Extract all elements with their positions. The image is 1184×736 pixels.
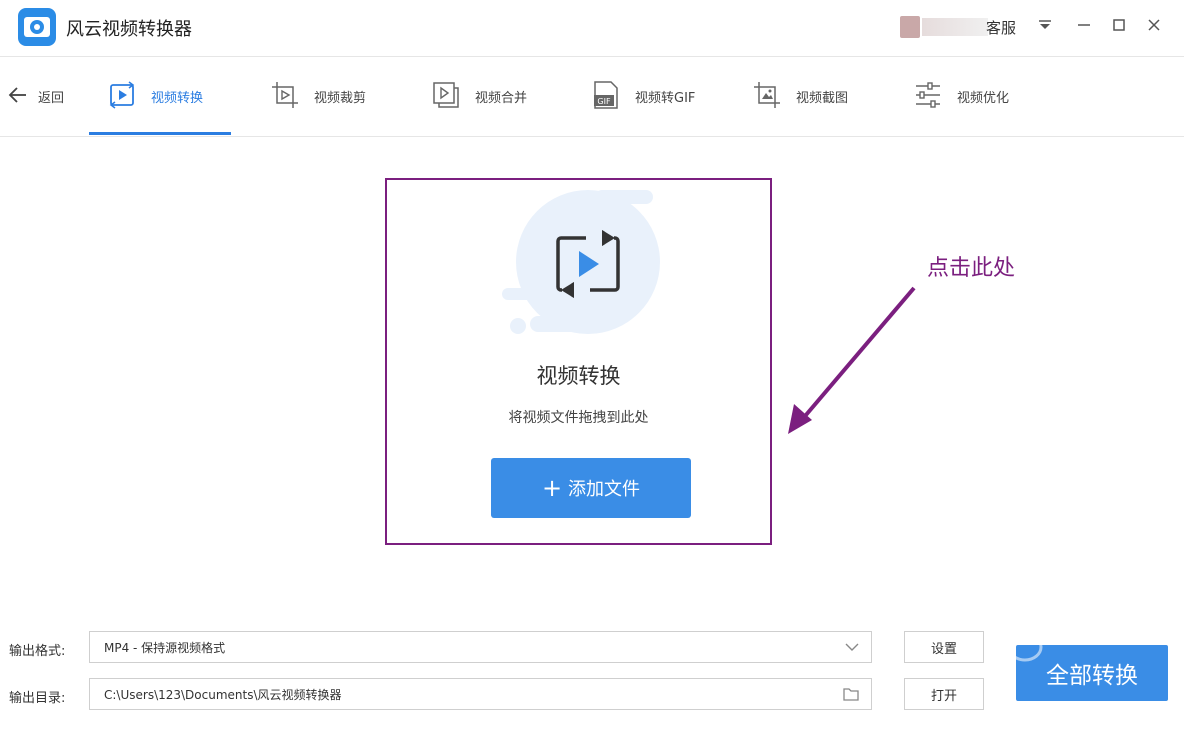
active-tab-indicator (89, 132, 231, 135)
app-logo-icon (18, 8, 56, 46)
plus-icon: + (541, 474, 563, 502)
annotation-text: 点击此处 (927, 256, 1016, 281)
output-format-select[interactable]: MP4 - 保持源视频格式 (89, 631, 872, 663)
tab-video-to-gif[interactable]: GIF 视频转GIF (591, 57, 695, 136)
toolbar: 返回 视频转换 视频裁剪 视频合并 GIF 视频转GIF 视频截图 视频优化 (0, 57, 1184, 137)
tab-video-screenshot[interactable]: 视频截图 (752, 57, 848, 136)
tab-label: 视频截图 (796, 91, 849, 106)
settings-button[interactable]: 设置 (904, 631, 984, 663)
tab-label: 视频转GIF (635, 91, 696, 106)
avatar[interactable] (900, 16, 920, 38)
gif-icon: GIF (591, 80, 621, 114)
chevron-down-icon (845, 641, 859, 655)
screenshot-icon (752, 80, 782, 114)
dropdown-menu-icon[interactable] (1032, 12, 1058, 38)
tab-label: 视频优化 (957, 91, 1010, 106)
app-title: 风云视频转换器 (66, 19, 192, 40)
convert-illustration-icon (500, 188, 665, 336)
tab-label: 视频裁剪 (314, 91, 367, 106)
customer-service-link[interactable]: 客服 (986, 17, 1016, 38)
title-bar: 风云视频转换器 客服 (0, 0, 1184, 57)
user-name-blurred (922, 18, 988, 36)
back-button[interactable]: 返回 (8, 57, 64, 136)
sliders-icon (913, 80, 943, 114)
crop-icon (270, 80, 300, 114)
add-file-button[interactable]: + 添加文件 (491, 458, 691, 518)
minimize-icon[interactable] (1071, 12, 1097, 38)
convert-icon (107, 80, 137, 114)
tab-video-merge[interactable]: 视频合并 (431, 57, 527, 136)
tab-video-convert[interactable]: 视频转换 (107, 57, 203, 136)
merge-icon (431, 80, 461, 114)
arrow-left-icon (8, 86, 28, 108)
output-dir-label: 输出目录: (9, 691, 66, 706)
output-dir-field[interactable]: C:\Users\123\Documents\风云视频转换器 (89, 678, 872, 710)
close-icon[interactable] (1141, 12, 1167, 38)
output-dir-value: C:\Users\123\Documents\风云视频转换器 (104, 687, 342, 702)
svg-text:GIF: GIF (597, 97, 611, 106)
tab-video-optimize[interactable]: 视频优化 (913, 57, 1009, 136)
back-label: 返回 (38, 91, 65, 106)
add-file-label: 添加文件 (568, 479, 641, 500)
output-format-value: MP4 - 保持源视频格式 (104, 640, 226, 655)
convert-all-button[interactable]: 全部转换 (1016, 645, 1168, 701)
drop-area-title: 视频转换 (536, 364, 621, 388)
open-folder-button[interactable]: 打开 (904, 678, 984, 710)
tab-label: 视频合并 (475, 91, 528, 106)
tab-video-crop[interactable]: 视频裁剪 (270, 57, 366, 136)
annotation-arrow-icon (788, 286, 916, 434)
drop-area-hint: 将视频文件拖拽到此处 (508, 410, 649, 426)
maximize-icon[interactable] (1106, 12, 1132, 38)
tab-label: 视频转换 (151, 91, 204, 106)
output-format-label: 输出格式: (9, 644, 66, 659)
folder-icon[interactable] (843, 687, 859, 704)
